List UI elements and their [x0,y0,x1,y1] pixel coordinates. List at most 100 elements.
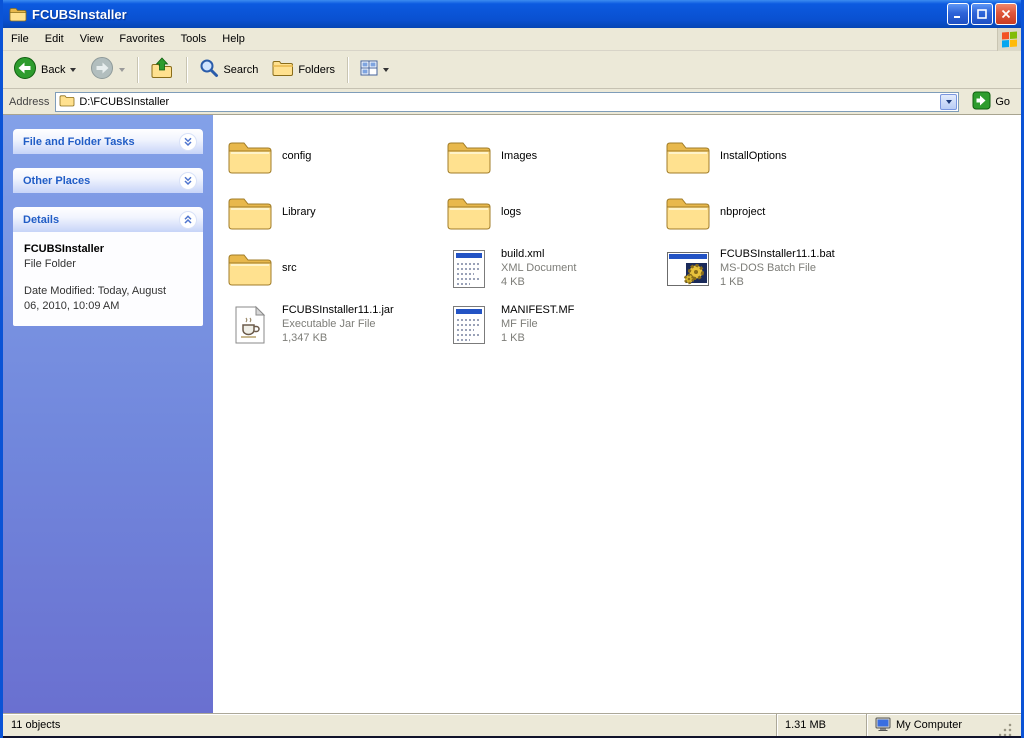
status-object-count: 11 objects [11,719,61,731]
address-input[interactable]: D:\FCUBSInstaller [55,91,960,112]
file-and-folder-tasks-panel: File and Folder Tasks [13,129,203,154]
window-controls [947,3,1017,25]
go-button[interactable]: Go [965,88,1017,116]
file-name: Images [501,150,538,163]
file-name: FCUBSInstaller11.1.jar [282,304,394,317]
document-icon [445,249,493,289]
views-button[interactable] [354,55,395,84]
file-tile[interactable]: FCUBSInstaller11.1.jar Executable Jar Fi… [221,297,433,353]
details-header[interactable]: Details [13,207,203,232]
file-tile[interactable]: src [221,241,433,297]
folder-icon [9,7,27,22]
address-label: Address [9,95,50,108]
forward-dropdown-icon [119,67,126,72]
minimize-button[interactable] [947,3,969,25]
status-location-label: My Computer [896,719,963,731]
toolbar-separator [137,56,139,83]
folders-label: Folders [298,63,336,76]
back-label: Back [41,63,66,76]
details-folder-name: FCUBSInstaller [24,243,105,255]
resize-grip[interactable] [999,722,1013,736]
file-type: XML Document [501,262,577,275]
file-tile[interactable]: config [221,129,433,185]
file-name: nbproject [720,206,766,219]
file-tile[interactable]: FCUBSInstaller11.1.bat MS-DOS Batch File… [659,241,871,297]
back-icon [13,56,37,83]
status-location: My Computer [866,714,1021,736]
status-bar: 11 objects 1.31 MB My Computer [3,713,1021,736]
menu-edit[interactable]: Edit [37,30,72,48]
menu-help[interactable]: Help [214,30,253,48]
menu-tools[interactable]: Tools [173,30,215,48]
toolbar-separator [347,56,349,83]
file-and-folder-tasks-header[interactable]: File and Folder Tasks [13,129,203,154]
explorer-window: FCUBSInstaller File Edit View Favorites … [0,0,1024,738]
details-folder-type: File Folder [24,257,76,270]
file-tile[interactable]: nbproject [659,185,871,241]
back-dropdown-icon [70,67,77,72]
file-type: Executable Jar File [282,318,376,331]
other-places-header[interactable]: Other Places [13,168,203,193]
views-dropdown-icon [383,67,390,72]
menu-file[interactable]: File [3,30,37,48]
forward-icon [90,56,114,83]
file-tile[interactable]: Images [440,129,652,185]
address-dropdown-button[interactable] [940,93,958,110]
file-name: build.xml [501,248,545,261]
menu-view[interactable]: View [72,30,112,48]
window-body: File and Folder Tasks Other Places Detai… [3,115,1021,713]
folder-icon [664,195,712,231]
title-bar[interactable]: FCUBSInstaller [3,0,1021,28]
file-tile[interactable]: InstallOptions [659,129,871,185]
file-size: 1 KB [720,275,744,288]
toolbar: Back Search Folders [3,51,1021,89]
chevron-up-icon[interactable] [179,210,197,229]
file-size: 1,347 KB [282,331,328,344]
search-label: Search [223,63,259,76]
chevron-down-icon[interactable] [179,132,197,151]
file-name: src [282,262,297,275]
windows-logo-icon [997,27,1021,51]
file-name: config [282,150,312,163]
forward-button[interactable] [84,52,131,87]
file-size: 1 KB [501,331,525,344]
file-name: InstallOptions [720,150,787,163]
file-tile[interactable]: build.xml XML Document 4 KB [440,241,652,297]
task-pane: File and Folder Tasks Other Places Detai… [3,115,213,713]
go-icon [972,91,991,113]
document-icon [445,305,493,345]
address-path: D:\FCUBSInstaller [79,95,170,108]
folder-icon [226,139,274,175]
back-button[interactable]: Back [7,52,82,87]
chevron-down-icon[interactable] [179,171,197,190]
up-button[interactable] [144,53,180,86]
file-name: logs [501,206,522,219]
menu-favorites[interactable]: Favorites [111,30,172,48]
file-name: FCUBSInstaller11.1.bat [720,248,835,261]
folder-icon [226,195,274,231]
folder-icon [445,195,493,231]
panel-title: Details [23,213,60,226]
file-name: MANIFEST.MF [501,304,575,317]
file-tile[interactable]: Library [221,185,433,241]
details-panel: Details FCUBSInstaller File Folder Date … [13,207,203,327]
folder-icon [226,251,274,287]
file-tile[interactable]: MANIFEST.MF MF File 1 KB [440,297,652,353]
maximize-button[interactable] [971,3,993,25]
file-tile[interactable]: logs [440,185,652,241]
java-archive-icon [226,305,274,345]
close-button[interactable] [995,3,1017,25]
my-computer-icon [875,717,891,734]
panel-title: File and Folder Tasks [23,135,135,148]
address-bar: Address D:\FCUBSInstaller Go [3,89,1021,115]
search-icon [199,58,219,81]
window-title: FCUBSInstaller [32,6,127,22]
folders-icon [272,59,294,80]
panel-title: Other Places [23,174,91,187]
folder-icon [664,139,712,175]
file-name: Library [282,206,316,219]
search-button[interactable]: Search [193,54,264,85]
details-date-modified: Date Modified: Today, August 06, 2010, 1… [24,284,167,312]
folders-button[interactable]: Folders [266,55,341,84]
folder-icon [445,139,493,175]
